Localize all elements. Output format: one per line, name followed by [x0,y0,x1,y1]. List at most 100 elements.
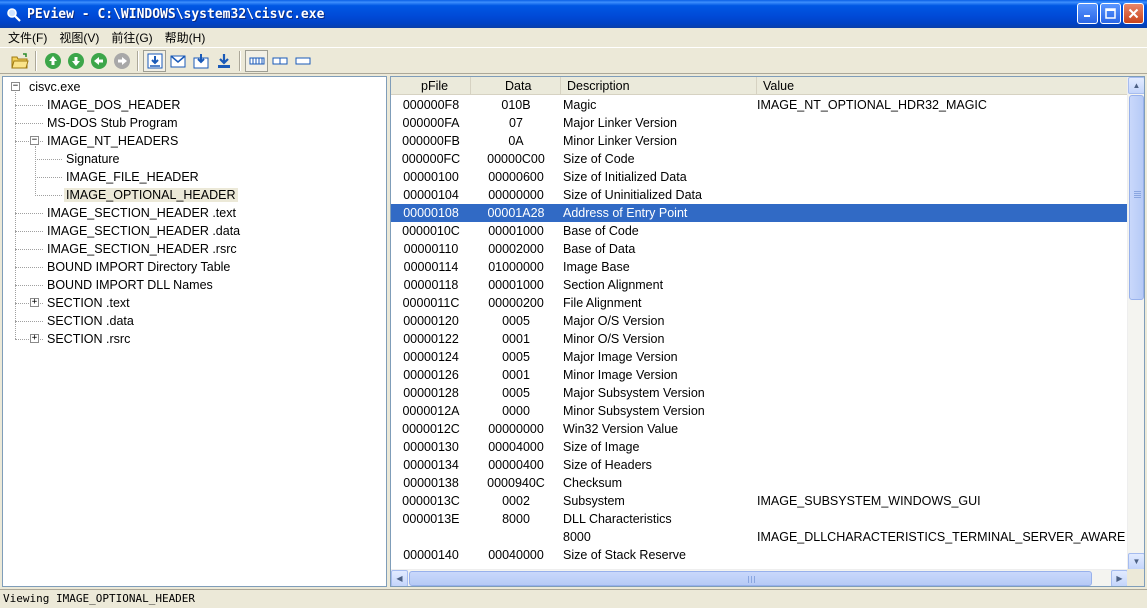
word-mode-button[interactable] [268,50,291,72]
scroll-right-button[interactable]: ▶ [1111,570,1128,586]
column-header-description[interactable]: Description [561,77,757,95]
field-row[interactable]: 00000134 00000400 Size of Headers [391,456,1128,474]
previous-button[interactable] [87,50,110,72]
field-row[interactable]: 00000124 0005 Major Image Version [391,348,1128,366]
cell-description: Magic [563,98,597,112]
field-row[interactable]: 00000126 0001 Minor Image Version [391,366,1128,384]
tree-item[interactable]: SECTION .data [45,312,136,330]
tree-item[interactable]: BOUND IMPORT DLL Names [45,276,215,294]
view-hex-button[interactable] [143,49,166,72]
field-row[interactable]: 0000013C 0002 Subsystem IMAGE_SUBSYSTEM_WIN… [391,492,1128,510]
menu-help[interactable]: 帮助(H) [159,29,212,46]
view-words-button[interactable] [189,50,212,72]
field-row[interactable]: 00000100 00000600 Size of Initialized Data [391,168,1128,186]
cell-value [757,114,1128,132]
cell-description: Size of Headers [563,458,652,472]
open-file-icon [10,52,29,68]
cell-value: IMAGE_DLLCHARACTERISTICS_TERMINAL_SERVER… [757,530,1126,544]
cell-data: 00000C00 [487,152,545,166]
scroll-left-button[interactable]: ◀ [391,570,408,586]
collapse-icon[interactable]: − [30,136,39,145]
field-row[interactable]: 00000110 00002000 Base of Data [391,240,1128,258]
field-row[interactable]: 000000FB 0A Minor Linker Version [391,132,1128,150]
cell-description: 8000 [563,530,591,544]
field-row[interactable]: 0000011C 00000200 File Alignment [391,294,1128,312]
collapse-icon[interactable]: − [11,82,20,91]
scroll-up-button[interactable]: ▲ [1128,77,1144,94]
field-row[interactable]: 00000114 01000000 Image Base [391,258,1128,276]
field-row[interactable]: 00000140 00040000 Size of Stack Reserve [391,546,1128,564]
cell-pfile: 00000126 [403,368,459,382]
field-row[interactable]: 0000012C 00000000 Win32 Version Value [391,420,1128,438]
cell-description: Checksum [563,476,623,490]
tree-item[interactable]: IMAGE_NT_HEADERS [45,132,180,150]
expand-icon[interactable]: + [30,298,39,307]
tree-pane[interactable]: cisvc.exe − IMAGE_DOS_HEADER MS-DOS Stub Pr… [2,76,387,587]
cell-description: Section Alignment [563,278,664,292]
tree-item[interactable]: SECTION .rsrc [45,330,132,348]
column-header-data[interactable]: Data [471,77,561,95]
tree-item[interactable]: MS-DOS Stub Program [45,114,180,132]
horizontal-scroll-thumb[interactable] [409,571,1092,586]
tree-item[interactable]: Signature [64,150,122,168]
menu-go[interactable]: 前往(G) [105,29,158,46]
field-row[interactable]: 0000013E 8000 DLL Characteristics [391,510,1128,528]
close-button[interactable] [1123,3,1144,24]
minimize-button[interactable] [1077,3,1098,24]
tree-item[interactable]: IMAGE_SECTION_HEADER .rsrc [45,240,239,258]
field-row[interactable]: 00000120 0005 Major O/S Version [391,312,1128,330]
tree-item[interactable]: IMAGE_SECTION_HEADER .text [45,204,238,222]
details-pane[interactable]: pFile Data Description Value 000000F8 010… [390,76,1145,587]
cell-pfile: 00000140 [403,548,459,562]
cell-value [757,168,1128,186]
open-file-button[interactable] [8,50,31,72]
field-row[interactable]: 00000128 0005 Major Subsystem Version [391,384,1128,402]
view-bytes-button[interactable] [166,50,189,72]
cell-pfile: 000000FA [402,116,460,130]
cell-data: 8000 [502,512,530,526]
menu-view[interactable]: 视图(V) [53,29,105,46]
cell-description: Minor Linker Version [563,134,677,148]
maximize-button[interactable] [1100,3,1121,24]
tree-item[interactable]: IMAGE_OPTIONAL_HEADER [64,186,238,204]
cell-description: Minor Image Version [563,368,678,382]
field-row[interactable]: 8000 IMAGE_DLLCHARACTERISTICS_TERMINAL_SE… [391,528,1128,546]
field-row[interactable]: 000000FC 00000C00 Size of Code [391,150,1128,168]
tree-item-label: IMAGE_SECTION_HEADER .data [47,224,241,238]
expand-icon[interactable]: + [30,334,39,343]
next-button[interactable] [110,50,133,72]
field-row[interactable]: 000000F8 010B Magic IMAGE_NT_OPTIONAL_HDR32… [391,96,1128,114]
column-header-pfile[interactable]: pFile [391,77,471,95]
tree-item-label: SECTION .rsrc [47,332,131,346]
field-row[interactable]: 000000FA 07 Major Linker Version [391,114,1128,132]
column-header-value[interactable]: Value [757,77,1128,95]
view-dwords-button[interactable] [212,50,235,72]
byte-mode-button[interactable] [245,49,268,72]
field-row[interactable]: 00000138 0000940C Checksum [391,474,1128,492]
down-button[interactable] [64,50,87,72]
vertical-scrollbar[interactable]: ▲ ▼ [1127,77,1144,570]
menu-file[interactable]: 文件(F) [2,29,53,46]
field-row[interactable]: 00000108 00001A28 Address of Entry Point [391,204,1128,222]
vertical-scroll-thumb[interactable] [1129,95,1144,300]
tree-item[interactable]: IMAGE_DOS_HEADER [45,96,182,114]
field-row[interactable]: 00000118 00001000 Section Alignment [391,276,1128,294]
cell-value [757,348,1128,366]
dword-mode-button[interactable] [291,50,314,72]
field-row[interactable]: 00000122 0001 Minor O/S Version [391,330,1128,348]
tree-item[interactable]: SECTION .text [45,294,132,312]
field-row[interactable]: 0000010C 00001000 Base of Code [391,222,1128,240]
horizontal-scrollbar[interactable]: ◀ ▶ [391,569,1128,586]
field-row[interactable]: 00000104 00000000 Size of Uninitialized Da… [391,186,1128,204]
word-mode-icon [272,57,287,64]
title-bar[interactable]: PEview - C:\WINDOWS\system32\cisvc.exe [0,0,1147,28]
tree-item[interactable]: cisvc.exe [27,78,82,96]
tree-item[interactable]: BOUND IMPORT Directory Table [45,258,232,276]
list-header: pFile Data Description Value [391,77,1128,95]
back-button[interactable] [41,50,64,72]
tree-item[interactable]: IMAGE_SECTION_HEADER .data [45,222,242,240]
field-row[interactable]: 0000012A 0000 Minor Subsystem Version [391,402,1128,420]
tree-item[interactable]: IMAGE_FILE_HEADER [64,168,201,186]
field-row[interactable]: 00000130 00004000 Size of Image [391,438,1128,456]
scroll-down-button[interactable]: ▼ [1128,553,1144,570]
